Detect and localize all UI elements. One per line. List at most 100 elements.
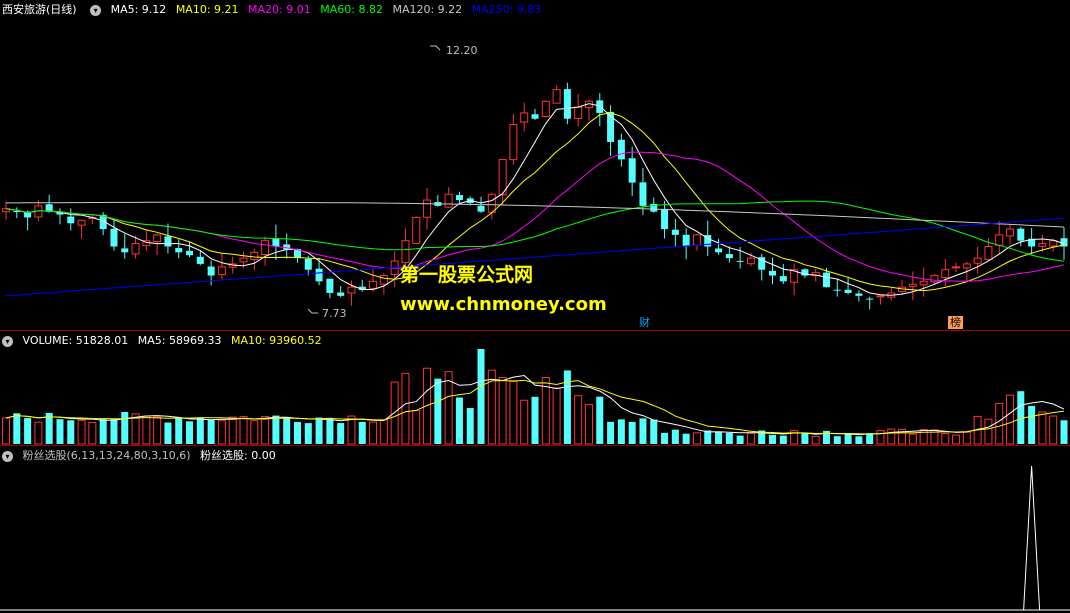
volume-bar	[164, 422, 172, 444]
volume-bar	[326, 417, 334, 444]
volume-bar	[908, 433, 917, 445]
volume-bar	[239, 416, 248, 445]
volume-bar	[509, 380, 518, 445]
collapse-icon[interactable]: ▾	[2, 335, 13, 347]
volume-bar	[661, 432, 669, 444]
ma-line	[5, 103, 1065, 296]
candle-body	[779, 276, 787, 282]
ma5-label: MA5: 9.12	[110, 3, 167, 16]
indicator-panel[interactable]: ▾ 粉丝选股(6,13,13,24,80,3,10,6) 粉丝选股: 0.00	[0, 446, 1070, 613]
volume-bar	[995, 402, 1004, 445]
volume-bar	[876, 430, 885, 445]
volume-bar	[77, 419, 86, 445]
candle-body	[908, 283, 917, 287]
candle-body	[186, 250, 194, 256]
candle-body	[574, 106, 583, 119]
volume-bar	[769, 434, 777, 444]
volume-bar	[196, 417, 204, 444]
volume-bar	[121, 411, 129, 444]
volume-bar	[855, 436, 863, 444]
volume-bar	[584, 404, 593, 445]
volume-ma10-label: MA10: 93960.52	[230, 334, 322, 347]
ma-line	[5, 200, 1065, 262]
candle-body	[110, 228, 118, 247]
stock-name[interactable]: 西安旅游(日线)	[2, 3, 77, 16]
indicator-chart[interactable]	[0, 446, 1070, 613]
candle-body	[67, 216, 75, 224]
ma120-line	[6, 201, 1065, 228]
volume-bar	[24, 418, 32, 444]
volume-bar	[283, 417, 291, 444]
volume-bar	[746, 432, 755, 445]
volume-bar	[1060, 420, 1068, 444]
volume-bar	[844, 433, 852, 444]
volume-bar	[2, 417, 10, 445]
volume-bar	[250, 420, 259, 445]
candle-body	[1038, 243, 1047, 247]
candle-body	[369, 280, 378, 289]
volume-bar	[444, 371, 453, 445]
candlestick-chart[interactable]	[0, 0, 1070, 330]
volume-bar	[293, 422, 301, 444]
ma-line	[5, 112, 1065, 292]
volume-bar	[574, 395, 583, 445]
collapse-icon[interactable]: ▾	[2, 450, 13, 462]
volume-bar	[1028, 405, 1036, 444]
candle-body	[121, 248, 129, 253]
candle-body	[833, 289, 841, 291]
collapse-icon[interactable]: ▾	[90, 4, 102, 16]
candle-body	[995, 234, 1004, 246]
price-header: 西安旅游(日线) ▾ MA5: 9.12 MA10: 9.21 MA20: 9.…	[0, 2, 547, 18]
volume-bar	[272, 415, 280, 444]
ma250-line	[5, 217, 1065, 297]
candle-body	[531, 114, 539, 119]
volume-panel[interactable]: ▾ VOLUME: 51828.01 MA5: 58969.33 MA10: 9…	[0, 331, 1070, 445]
volume-label: VOLUME: 51828.01	[22, 334, 129, 347]
candle-body	[769, 270, 777, 276]
candle-body	[444, 193, 453, 208]
low-price-label: 7.73	[322, 307, 347, 320]
candle-body	[746, 257, 755, 265]
candle-body	[876, 295, 885, 298]
volume-bar	[455, 397, 463, 444]
volume-bar	[682, 433, 690, 444]
volume-bar	[1038, 411, 1047, 445]
volume-bar	[650, 419, 658, 444]
candle-body	[855, 293, 863, 296]
candle-body	[552, 89, 561, 104]
volume-bar	[379, 419, 388, 445]
volume-bar	[142, 415, 151, 445]
candle-body	[423, 199, 432, 218]
volume-bar	[369, 421, 378, 445]
low-marker	[307, 308, 318, 314]
candle-body	[487, 193, 496, 213]
candle-body	[131, 243, 140, 255]
candle-body	[661, 208, 669, 230]
volume-bar	[952, 434, 961, 445]
candle-body	[1017, 228, 1025, 241]
candle-body	[207, 266, 215, 276]
candle-body	[455, 195, 463, 201]
candle-body	[671, 229, 679, 235]
high-price-label: 12.20	[446, 44, 478, 57]
volume-bar	[477, 349, 485, 444]
candle-body	[45, 204, 53, 212]
candle-body	[509, 124, 518, 161]
volume-bar	[725, 432, 733, 444]
finance-tag[interactable]: 财	[637, 316, 652, 329]
volume-bar	[88, 422, 97, 445]
price-panel[interactable]: 西安旅游(日线) ▾ MA5: 9.12 MA10: 9.21 MA20: 9.…	[0, 0, 1070, 330]
volume-bar	[228, 416, 237, 445]
candle-body	[347, 286, 356, 294]
candle-body	[326, 278, 334, 293]
ma120-label: MA120: 9.22	[392, 3, 463, 16]
volume-bar	[261, 415, 270, 445]
volume-bar	[315, 417, 323, 444]
list-tag[interactable]: 榜	[948, 316, 963, 329]
volume-ma5-label: MA5: 58969.33	[137, 334, 222, 347]
candle-body	[639, 182, 647, 206]
watermark-url: www.chnmoney.com	[400, 294, 607, 315]
volume-bar	[412, 410, 421, 445]
indicator-title: 粉丝选股(6,13,13,24,80,3,10,6)	[22, 449, 191, 462]
candle-body	[682, 234, 690, 247]
